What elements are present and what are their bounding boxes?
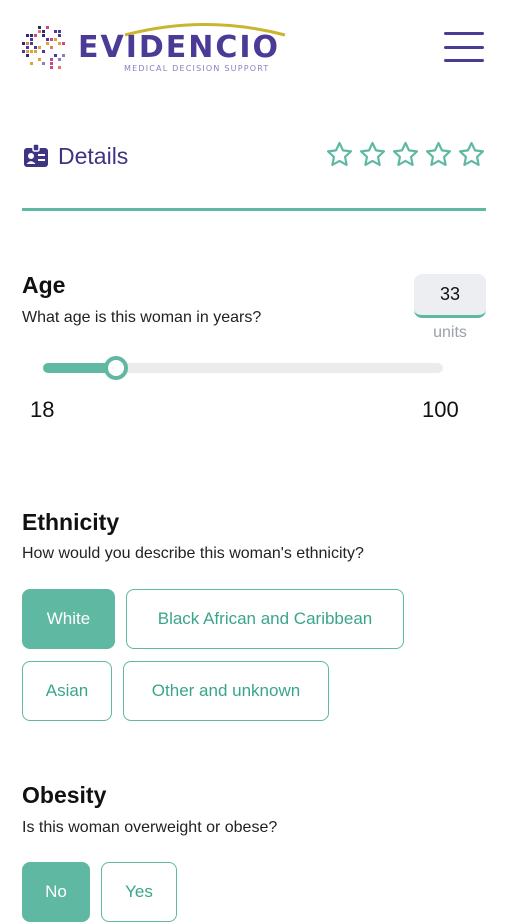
- details-link[interactable]: Details: [22, 142, 128, 170]
- star-icon[interactable]: [358, 140, 387, 169]
- logo-mosaic-tile: [26, 34, 29, 37]
- logo-mosaic-tile: [30, 38, 33, 41]
- ethnicity-option-white[interactable]: White: [22, 589, 115, 649]
- evidencio-logo[interactable]: EVIDENCIO MEDICAL DECISION SUPPORT: [20, 18, 310, 78]
- slider-thumb[interactable]: [104, 356, 128, 380]
- logo-mosaic-tile: [50, 38, 53, 41]
- logo-mosaic-tile: [42, 50, 45, 53]
- details-row: Details: [22, 138, 486, 178]
- logo-mosaic-tile: [34, 46, 37, 49]
- logo-mosaic-tile: [26, 50, 29, 53]
- logo-mosaic-tile: [26, 46, 29, 49]
- menu-bar: [444, 45, 484, 49]
- logo-mosaic-tile: [50, 46, 53, 49]
- logo-mosaic-tile: [38, 58, 41, 61]
- age-description: What age is this woman in years?: [22, 309, 262, 326]
- star-icon[interactable]: [424, 140, 453, 169]
- logo-mosaic-tile: [34, 50, 37, 53]
- logo-mosaic-tile: [42, 30, 45, 33]
- ethnicity-option-black-african-caribbean[interactable]: Black African and Caribbean: [126, 589, 404, 649]
- age-slider[interactable]: [43, 356, 443, 380]
- age-units-label: units: [433, 324, 467, 341]
- age-title: Age: [22, 272, 66, 298]
- age-value-input[interactable]: 33: [414, 274, 486, 318]
- logo-mosaic-tile: [30, 62, 33, 65]
- logo-mosaic-tile: [30, 50, 33, 53]
- logo-mosaic-tile: [30, 42, 33, 45]
- logo-mosaic-tile: [50, 58, 53, 61]
- logo-mosaic-tile: [30, 34, 33, 37]
- star-icon[interactable]: [391, 140, 420, 169]
- logo-mosaic-tile: [26, 54, 29, 57]
- logo-mosaic-tile: [38, 26, 41, 29]
- section-divider: [22, 208, 486, 211]
- logo-mosaic-tile: [58, 58, 61, 61]
- logo-mosaic-tile: [38, 46, 41, 49]
- star-icon[interactable]: [325, 140, 354, 169]
- app-header: EVIDENCIO MEDICAL DECISION SUPPORT: [0, 0, 507, 100]
- logo-mosaic-tile: [38, 30, 41, 33]
- id-card-icon: [24, 143, 48, 167]
- menu-bar: [444, 59, 484, 62]
- hamburger-menu-icon[interactable]: [444, 30, 484, 64]
- logo-mosaic-tile: [58, 30, 61, 33]
- logo-mosaic-tile: [50, 66, 53, 69]
- ethnicity-option-asian[interactable]: Asian: [22, 661, 112, 721]
- logo-mosaic-tile: [58, 42, 61, 45]
- slider-max-label: 100: [422, 397, 459, 422]
- logo-mosaic-tile: [22, 42, 25, 45]
- details-label: Details: [58, 142, 129, 169]
- logo-mosaic-tile: [62, 54, 65, 57]
- obesity-title: Obesity: [22, 782, 107, 808]
- obesity-option-no[interactable]: No: [22, 862, 90, 922]
- ethnicity-description: How would you describe this woman's ethn…: [22, 545, 364, 562]
- logo-mosaic-tile: [50, 62, 53, 65]
- logo-mosaic-tile: [42, 34, 45, 37]
- logo-mosaic-tile: [34, 34, 37, 37]
- logo-mosaic-tile: [46, 42, 49, 45]
- logo-mosaic-tile: [54, 38, 57, 41]
- slider-min-label: 18: [30, 397, 55, 422]
- logo-mosaic-tile: [46, 38, 49, 41]
- rating-stars: [325, 140, 486, 169]
- logo-mosaic-tile: [58, 34, 61, 37]
- logo-mosaic-tile: [62, 42, 65, 45]
- logo-wordmark: EVIDENCIO: [78, 30, 281, 65]
- ethnicity-title: Ethnicity: [22, 509, 120, 535]
- ethnicity-option-other-unknown[interactable]: Other and unknown: [123, 661, 329, 721]
- logo-mosaic-tile: [42, 62, 45, 65]
- logo-mosaic-tile: [46, 26, 49, 29]
- logo-mosaic-icon: [22, 26, 65, 69]
- star-icon[interactable]: [457, 140, 486, 169]
- logo-mosaic-tile: [22, 50, 25, 53]
- logo-tagline: MEDICAL DECISION SUPPORT: [124, 64, 270, 73]
- logo-mosaic-tile: [54, 30, 57, 33]
- obesity-description: Is this woman overweight or obese?: [22, 819, 278, 836]
- logo-mosaic-tile: [54, 54, 57, 57]
- logo-mosaic-tile: [26, 42, 29, 45]
- logo-mosaic-tile: [58, 66, 61, 69]
- obesity-option-yes[interactable]: Yes: [101, 862, 177, 922]
- menu-bar: [444, 32, 484, 35]
